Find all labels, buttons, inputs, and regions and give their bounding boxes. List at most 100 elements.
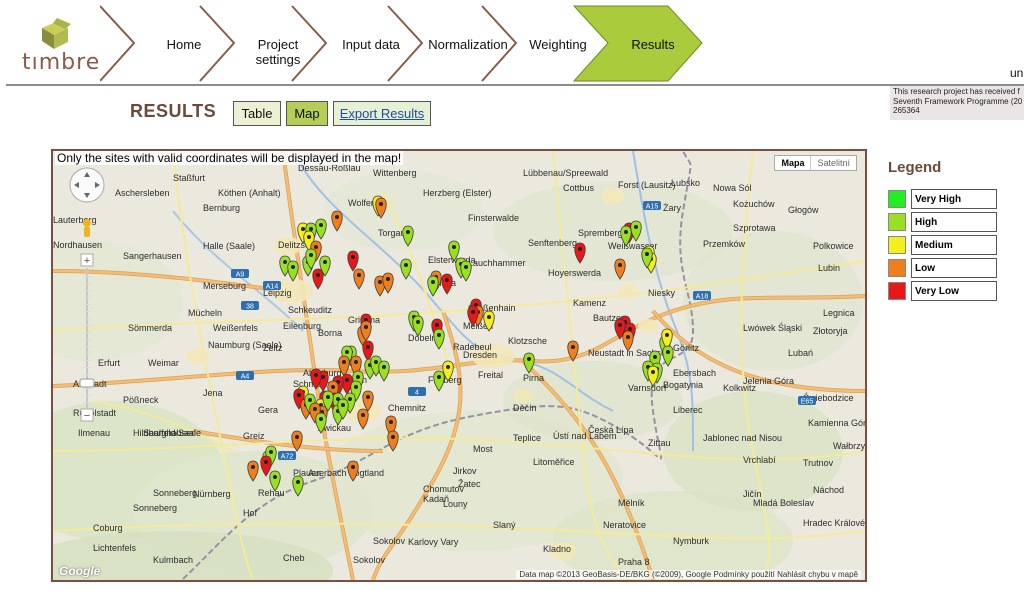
map-place-label: Litoměřice xyxy=(533,457,575,467)
map-place-label: Jirkov xyxy=(453,466,477,476)
map-place-label: Ústí nad Labem xyxy=(553,431,617,441)
map-place-label: Ebersbach xyxy=(673,368,716,378)
step-label-line: Project xyxy=(257,37,299,52)
map-place-label: Nordhausen xyxy=(53,240,102,250)
map-place-label: Erfurt xyxy=(98,358,121,368)
map-place-label: Finsterwalde xyxy=(468,213,519,223)
map-place-label: Neratovice xyxy=(603,520,646,530)
legend-item: Very Low xyxy=(888,281,997,301)
legend-swatch xyxy=(888,190,906,208)
map-place-label: Trutnov xyxy=(803,458,834,468)
map-place-label: Most xyxy=(473,444,493,454)
svg-text:4: 4 xyxy=(415,390,419,397)
map-place-label: Pirna xyxy=(523,373,544,383)
notice-line: Seventh Framework Programme (20 xyxy=(893,96,1023,106)
map-type-control[interactable]: Mapa Satelitní xyxy=(774,155,857,171)
map-place-label: Lubin xyxy=(818,263,840,273)
map-place-label: Kladno xyxy=(543,544,571,554)
map-place-label: Freiberg xyxy=(428,375,462,385)
map-place-label: Senftenberg xyxy=(528,238,577,248)
map-place-label: Děčín xyxy=(513,403,537,413)
map-place-label: Legnica xyxy=(823,308,855,318)
step-input-data[interactable]: Input data xyxy=(321,37,421,52)
map-place-label: Rehau xyxy=(258,488,285,498)
map-place-label: Hoyerswerda xyxy=(548,268,601,278)
map-type-satellite-button[interactable]: Satelitní xyxy=(811,156,856,170)
road-shield-icon: A4 xyxy=(236,371,254,381)
map-pan-control[interactable] xyxy=(69,167,105,203)
map-place-label: Aschersleben xyxy=(115,188,170,198)
map-place-label: Nowa Sól xyxy=(713,183,752,193)
legend-title: Legend xyxy=(888,159,942,176)
map-place-label: Vrchlabí xyxy=(743,455,776,465)
map-place-label: Schkeuditz xyxy=(288,305,333,315)
funding-notice: This research project has received f Sev… xyxy=(890,86,1024,120)
map-place-label: Torgau xyxy=(378,228,406,238)
road-shield-icon: A72 xyxy=(278,451,296,461)
map-place-label: Lubsko xyxy=(671,178,700,188)
legend-label: Low xyxy=(911,258,997,278)
legend-label: Medium xyxy=(911,235,997,255)
legend-swatch xyxy=(888,213,906,231)
table-view-button[interactable]: Table xyxy=(233,101,281,126)
svg-text:E65: E65 xyxy=(801,399,814,406)
map-place-label: Lauchhammer xyxy=(468,258,526,268)
map-place-label: Zittau xyxy=(648,438,671,448)
map-place-label: Sonneberg xyxy=(133,503,177,513)
map-place-label: Wittenberg xyxy=(373,168,417,178)
map-place-label: Liberec xyxy=(673,405,703,415)
map-place-label: Freital xyxy=(478,370,503,380)
map-place-label: Karlovy Vary xyxy=(408,537,459,547)
map-place-label: Hildburghausen xyxy=(133,428,196,438)
svg-text:A15: A15 xyxy=(646,204,659,211)
map-attribution[interactable]: Data map ©2013 GeoBasis-DE/BKG (©2009), … xyxy=(516,570,861,579)
step-label-line: Weighting xyxy=(529,37,587,52)
step-label-line: settings xyxy=(255,52,301,67)
map-place-label: Weimar xyxy=(148,358,179,368)
road-shield-icon: A14 xyxy=(263,281,281,291)
results-map[interactable]: Dessau-RoßlauWittenbergStendalStaßfurtAs… xyxy=(51,149,867,582)
map-place-label: Hradec Králové xyxy=(803,518,865,528)
map-place-label: Klotzsche xyxy=(508,336,547,346)
map-place-label: Mücheln xyxy=(188,308,222,318)
user-text: un xyxy=(1010,66,1024,80)
results-title: RESULTS xyxy=(130,101,217,121)
map-place-label: Halle (Saale) xyxy=(203,241,255,251)
step-label-line: Home xyxy=(166,37,202,52)
step-home[interactable]: Home xyxy=(134,37,234,52)
map-place-label: Nürnberg xyxy=(193,489,231,499)
map-place-label: Varnsdorf xyxy=(628,383,667,393)
map-place-label: Kolkwitz xyxy=(723,383,757,393)
map-place-label: Borna xyxy=(318,328,342,338)
map-place-label: Jablonec nad Nisou xyxy=(703,433,782,443)
map-place-label: Ilmenau xyxy=(78,428,110,438)
map-place-label: Jena xyxy=(203,388,223,398)
step-weighting[interactable]: Weighting xyxy=(508,37,608,52)
map-place-label: Mladá Boleslav xyxy=(753,498,815,508)
map-place-label: Wałbrzych xyxy=(833,441,865,451)
map-place-label: Praha 8 xyxy=(618,557,650,567)
step-label-line: Results xyxy=(631,37,675,52)
legend-swatch xyxy=(888,282,906,300)
map-view-button[interactable]: Map xyxy=(286,101,328,126)
svg-text:+: + xyxy=(84,255,90,267)
map-place-label: Kulmbach xyxy=(153,555,193,565)
legend-swatch xyxy=(888,259,906,277)
step-results[interactable]: Results xyxy=(603,37,703,52)
step-normalization[interactable]: Normalization xyxy=(418,37,518,52)
map-place-label: Naumburg (Saale) xyxy=(208,340,282,350)
map-place-label: Herzberg (Elster) xyxy=(423,188,492,198)
map-place-label: Teplice xyxy=(513,433,541,443)
export-results-button[interactable]: Export Results xyxy=(333,101,431,126)
map-type-map-button[interactable]: Mapa xyxy=(775,156,812,170)
map-place-label: Gera xyxy=(258,405,278,415)
svg-text:A9: A9 xyxy=(236,272,245,279)
legend-item: Medium xyxy=(888,235,997,255)
map-place-label: Greiz xyxy=(243,431,265,441)
svg-text:−: − xyxy=(84,410,90,422)
map-canvas[interactable]: Dessau-RoßlauWittenbergStendalStaßfurtAs… xyxy=(53,151,865,580)
map-place-label: Staßfurt xyxy=(173,173,206,183)
map-place-label: Auerbach Vogtland xyxy=(308,468,384,478)
map-place-label: Cheb xyxy=(283,553,305,563)
step-project-settings[interactable]: Project settings xyxy=(228,37,328,67)
